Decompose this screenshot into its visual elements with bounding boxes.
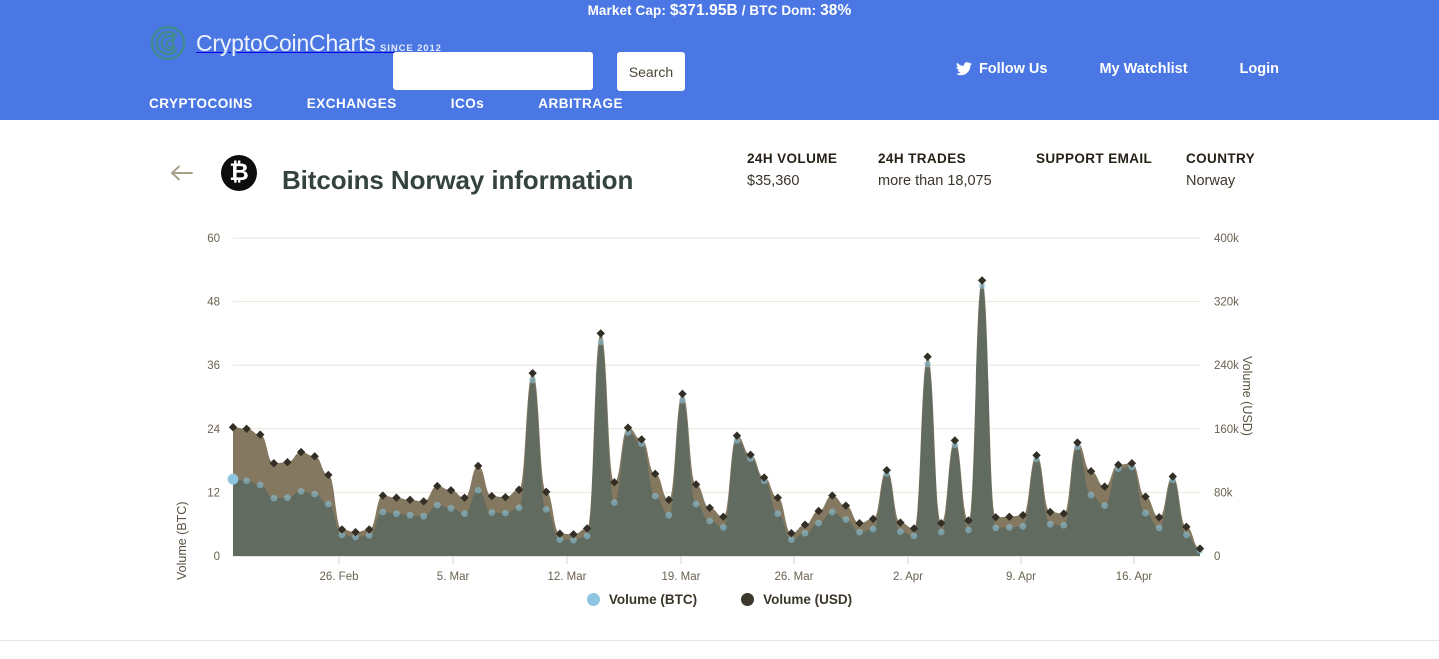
svg-text:16. Apr: 16. Apr [1116,571,1153,583]
login-link[interactable]: Login [1240,61,1279,77]
svg-text:5. Mar: 5. Mar [437,571,470,583]
svg-text:0: 0 [214,551,220,563]
svg-text:400k: 400k [1214,233,1239,245]
follow-us-link[interactable]: Follow Us [955,61,1048,77]
btc-dom-label: BTC Dom: [749,3,817,18]
twitter-icon [955,62,972,76]
stat-24h-volume-value: $35,360 [747,173,800,189]
market-cap-label: Market Cap: [587,3,666,18]
search-input[interactable] [393,52,593,90]
volume-chart-svg[interactable]: 0 0 12 80k 24 160k 36 240k 48 320k 60 400k 26. Feb 5.… [0,222,1439,622]
svg-text:0: 0 [1214,551,1220,563]
site-header: Market Cap: $371.95B / BTC Dom: 38% Cryp… [0,0,1439,120]
y-axis-label-usd: Volume (USD) [1240,356,1254,436]
svg-text:36: 36 [207,360,220,372]
legend-label-btc: Volume (BTC) [608,592,698,607]
stat-support-email-label: SUPPORT EMAIL [1036,151,1153,166]
svg-text:48: 48 [207,297,220,309]
legend-item-volume-usd[interactable]: Volume (USD) [741,592,852,607]
market-ticker: Market Cap: $371.95B / BTC Dom: 38% [0,0,1439,21]
legend-item-volume-btc[interactable]: Volume (BTC) [586,592,698,607]
svg-text:60: 60 [207,233,220,245]
exchange-stats: 24H VOLUME $35,360 24H TRADES more than … [747,150,1306,192]
svg-text:9. Apr: 9. Apr [1006,571,1036,583]
main-nav: CRYPTOCOINS EXCHANGES ICOs ARBITRAGE [0,86,1439,120]
follow-us-label: Follow Us [978,61,1048,77]
nav-item-exchanges[interactable]: EXCHANGES [307,96,397,111]
stat-support-email: SUPPORT EMAIL [1036,150,1186,192]
login-label: Login [1239,61,1279,77]
svg-text:320k: 320k [1214,297,1239,309]
stat-country: COUNTRY Norway [1186,150,1306,192]
stat-24h-trades: 24H TRADES more than 18,075 [878,150,1036,192]
stat-24h-trades-value: more than 18,075 [878,173,992,189]
svg-text:19. Mar: 19. Mar [662,571,701,583]
market-cap-value: $371.95B [669,2,738,19]
volume-chart: 0 0 12 80k 24 160k 36 240k 48 320k 60 400k 26. Feb 5.… [0,222,1439,622]
my-watchlist-link[interactable]: My Watchlist [1099,61,1187,77]
btc-dom-value: 38% [820,2,852,19]
svg-text:160k: 160k [1214,424,1239,436]
bitcoin-icon: ₿ [221,155,257,191]
bitcoin-glyph: ₿ [229,159,249,186]
footer-divider [0,640,1439,641]
svg-text:12. Mar: 12. Mar [548,571,587,583]
stat-24h-trades-label: 24H TRADES [878,151,967,166]
page-root: Market Cap: $371.95B / BTC Dom: 38% Cryp… [0,0,1439,659]
cryptocoincharts-logo-icon [149,24,187,62]
logo-wordmark: CryptoCoinCharts [196,29,376,56]
legend-label-usd: Volume (USD) [763,592,853,607]
stat-24h-volume-label: 24H VOLUME [747,151,838,166]
ticker-separator: / [741,3,746,18]
svg-text:12: 12 [207,487,220,499]
nav-item-icos[interactable]: ICOs [451,96,485,111]
svg-text:240k: 240k [1214,360,1239,372]
header-links: Follow Us My Watchlist Login [955,61,1279,77]
header-main-row: CryptoCoinCharts SINCE 2012 Search Follo… [0,21,1439,91]
svg-text:2. Apr: 2. Apr [893,571,923,583]
y-axis-label-btc: Volume (BTC) [175,501,189,581]
page-title: Bitcoins Norway information [282,165,634,196]
arrow-left-icon[interactable] [170,164,194,182]
exchange-header: ₿ Bitcoins Norway information 24H VOLUME… [0,140,1439,202]
stat-country-value: Norway [1186,173,1236,189]
svg-text:24: 24 [207,424,220,436]
svg-text:26. Feb: 26. Feb [320,571,359,583]
stat-country-label: COUNTRY [1186,151,1256,166]
legend-dot-btc [586,593,600,606]
chart-legend: Volume (BTC) Volume (USD) [0,592,1439,607]
my-watchlist-label: My Watchlist [1099,61,1188,77]
svg-text:80k: 80k [1214,487,1233,499]
nav-item-cryptocoins[interactable]: CRYPTOCOINS [149,96,253,111]
legend-dot-usd [741,593,755,606]
svg-text:26. Mar: 26. Mar [775,571,814,583]
stat-24h-volume: 24H VOLUME $35,360 [747,150,878,192]
nav-item-arbitrage[interactable]: ARBITRAGE [538,96,623,111]
